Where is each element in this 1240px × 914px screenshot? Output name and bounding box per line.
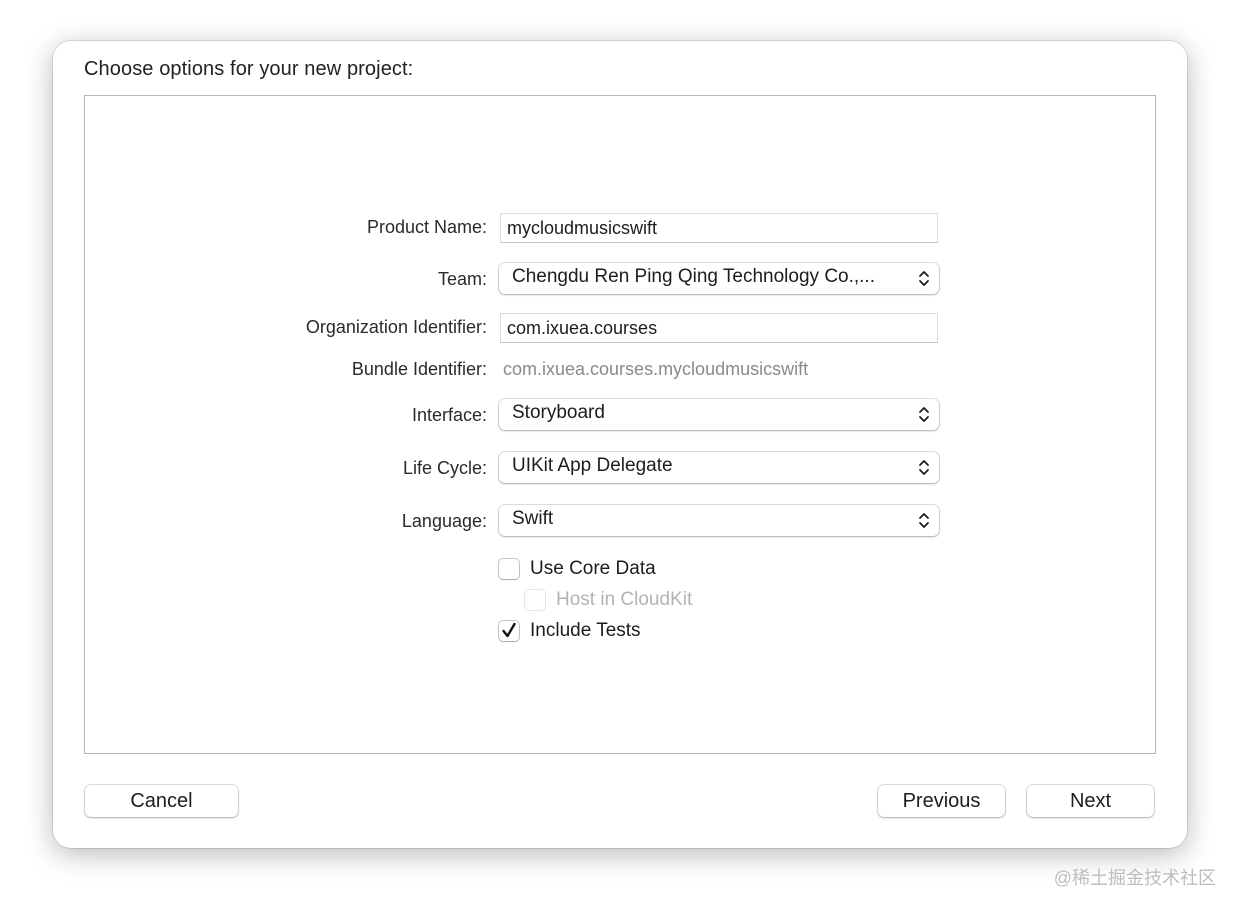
team-popup[interactable]: Chengdu Ren Ping Qing Technology Co.,... [499,263,939,294]
chevron-up-down-icon [919,271,929,286]
host-in-cloudkit-checkbox [525,590,545,610]
previous-button[interactable]: Previous [878,785,1005,817]
bundle-identifier-label: Bundle Identifier: [351,359,487,379]
cancel-button[interactable]: Cancel [85,785,238,817]
new-project-options-dialog: Choose options for your new project: Pro… [53,41,1187,848]
team-label: Team: [437,269,487,289]
use-core-data-checkbox[interactable] [499,559,519,579]
next-button[interactable]: Next [1027,785,1154,817]
chevron-up-down-icon [919,513,929,528]
language-popup[interactable]: Swift [499,505,939,536]
life-cycle-popup[interactable]: UIKit App Delegate [499,452,939,483]
use-core-data-label: Use Core Data [530,558,656,579]
include-tests-checkbox[interactable] [499,621,519,641]
language-label: Language: [401,511,487,531]
interface-popup-value: Storyboard [512,402,605,423]
include-tests-label: Include Tests [530,620,641,641]
dialog-title: Choose options for your new project: [84,58,414,80]
product-name-label: Product Name: [366,217,487,237]
organization-identifier-label: Organization Identifier: [305,317,487,337]
product-name-input[interactable]: mycloudmusicswift [500,213,938,243]
options-panel: Product Name: mycloudmusicswift Team: Ch… [84,95,1156,754]
bundle-identifier-value: com.ixuea.courses.mycloudmusicswift [503,359,809,379]
team-popup-value: Chengdu Ren Ping Qing Technology Co.,... [512,266,875,287]
life-cycle-label: Life Cycle: [402,458,487,478]
chevron-up-down-icon [919,407,929,422]
interface-popup[interactable]: Storyboard [499,399,939,430]
host-in-cloudkit-label: Host in CloudKit [556,589,693,610]
life-cycle-popup-value: UIKit App Delegate [512,455,673,476]
watermark: @稀土掘金技术社区 [1053,868,1216,888]
chevron-up-down-icon [919,460,929,475]
checkmark-icon [502,622,516,638]
language-popup-value: Swift [512,508,554,529]
organization-identifier-input[interactable]: com.ixuea.courses [500,313,938,343]
interface-label: Interface: [411,405,487,425]
